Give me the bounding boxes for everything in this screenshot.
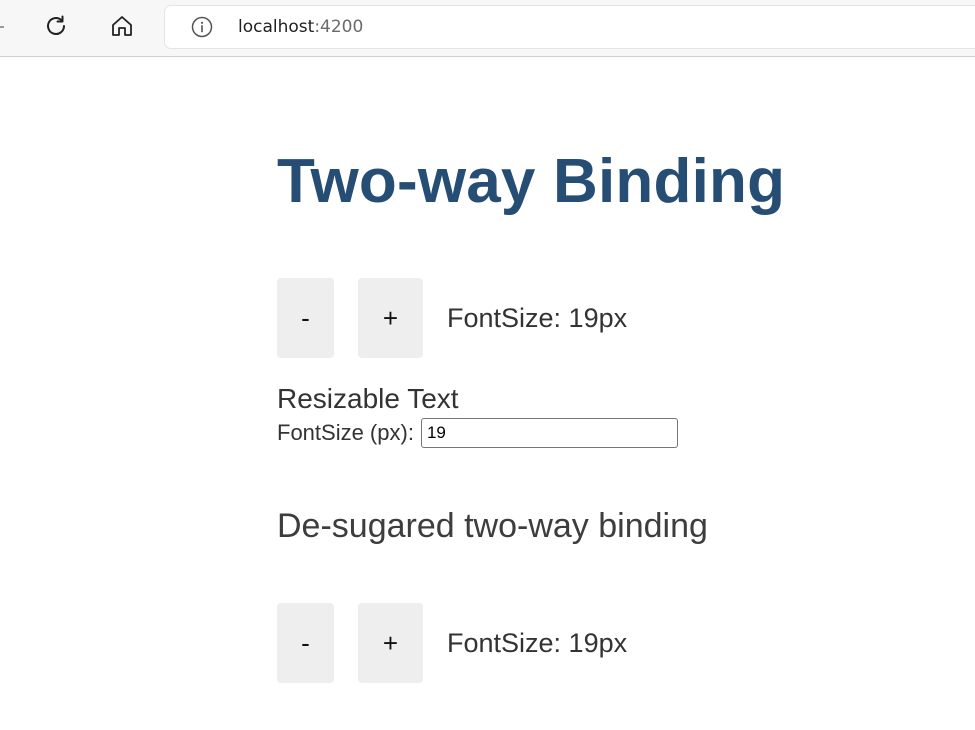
url-text[interactable]: localhost:4200 — [238, 17, 363, 37]
resizable-text: Resizable Text — [277, 383, 459, 414]
decrease-font-button[interactable]: - — [277, 278, 334, 358]
font-size-input-label: FontSize (px): — [277, 420, 414, 445]
url-host: localhost — [238, 17, 315, 37]
decrease-font-button-2[interactable]: - — [277, 603, 334, 683]
info-icon[interactable] — [191, 16, 213, 38]
font-size-input[interactable] — [420, 418, 678, 448]
increase-font-button-2[interactable]: + — [358, 603, 423, 683]
increase-font-button[interactable]: + — [358, 278, 423, 358]
home-icon[interactable] — [108, 12, 136, 40]
address-bar[interactable]: localhost:4200 — [165, 6, 975, 48]
font-size-input-row: FontSize (px): — [277, 418, 678, 448]
browser-toolbar: localhost:4200 — [0, 0, 975, 57]
page-title: Two-way Binding — [277, 147, 786, 216]
font-size-label-2: FontSize: 19px — [447, 628, 628, 658]
back-button-edge[interactable] — [0, 26, 4, 28]
desugared-heading: De-sugared two-way binding — [277, 507, 708, 545]
url-port: :4200 — [314, 17, 364, 37]
reload-icon[interactable] — [42, 12, 70, 40]
font-size-label: FontSize: 19px — [447, 303, 628, 333]
